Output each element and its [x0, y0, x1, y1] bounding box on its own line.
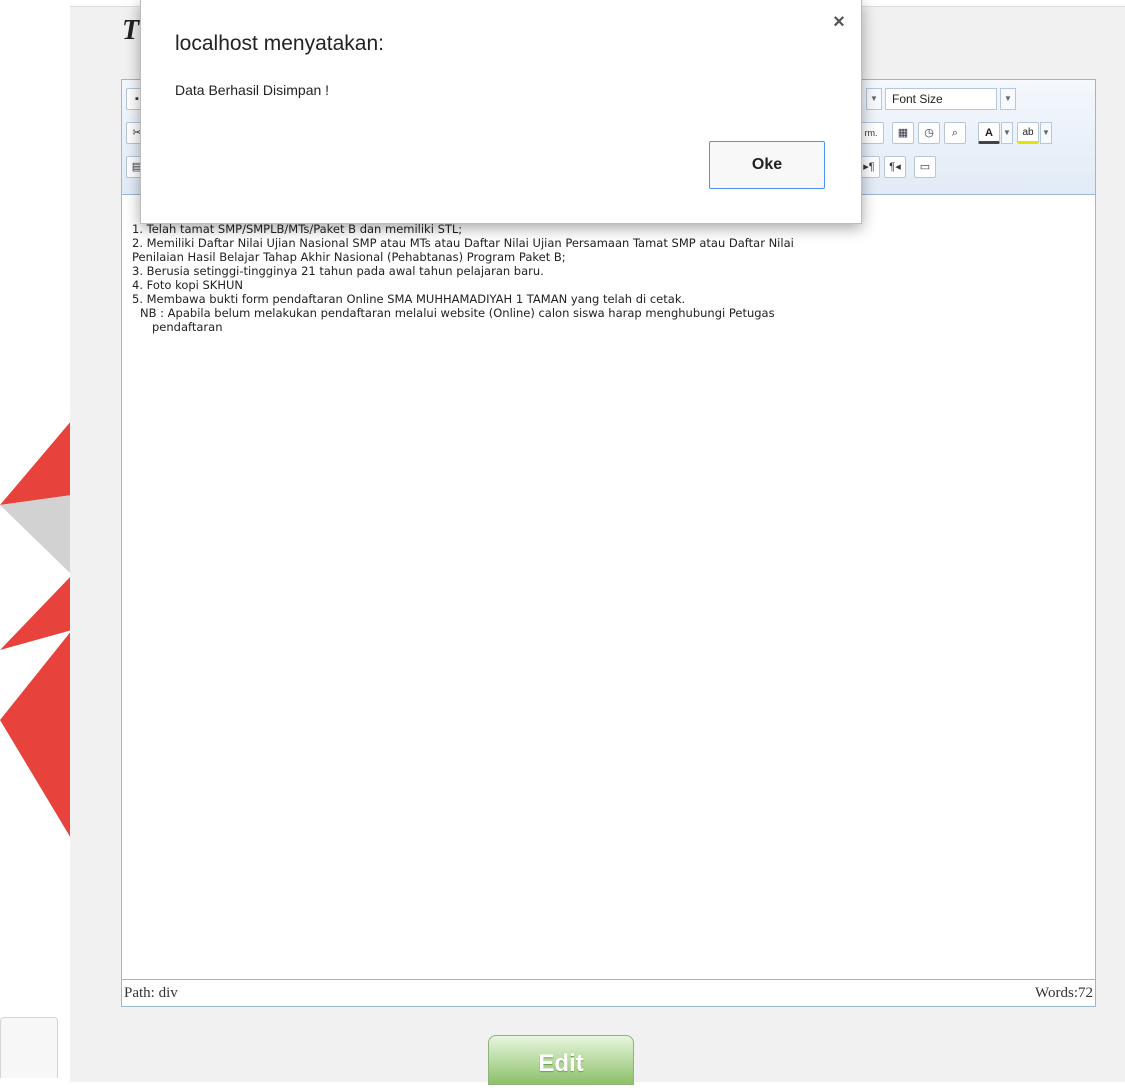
font-size-select[interactable]: Font Size: [885, 88, 997, 110]
insert-time-icon[interactable]: ◷: [918, 122, 940, 144]
close-icon[interactable]: ×: [830, 12, 848, 32]
content-line: 5. Membawa bukti form pendaftaran Online…: [132, 292, 686, 306]
text-color-dropdown-arrow[interactable]: ▼: [1001, 122, 1013, 144]
page-title: T: [122, 15, 140, 46]
status-path[interactable]: Path: div: [124, 985, 178, 1002]
content-line: 3. Berusia setinggi-tingginya 21 tahun p…: [132, 264, 544, 278]
ok-button[interactable]: Oke: [709, 141, 825, 189]
content-line: pendaftaran: [152, 320, 223, 334]
content-line: 4. Foto kopi SKHUN: [132, 278, 244, 292]
dialog-message: Data Berhasil Disimpan !: [175, 82, 330, 98]
preview-icon[interactable]: ⌕: [944, 122, 966, 144]
font-size-dropdown-arrow[interactable]: ▼: [1000, 88, 1016, 110]
highlight-dropdown-arrow[interactable]: ▼: [1040, 122, 1052, 144]
content-line: 1. Telah tamat SMP/SMPLB/MTs/Paket B dan…: [132, 222, 463, 236]
editor-content[interactable]: 1. Telah tamat SMP/SMPLB/MTs/Paket B dan…: [132, 222, 1085, 334]
source-icon[interactable]: ▭: [914, 156, 936, 178]
edit-button[interactable]: Edit: [488, 1035, 634, 1085]
dialog-title: localhost menyatakan:: [175, 32, 384, 55]
editor-statusbar: Path: div Words:72: [122, 979, 1095, 1006]
insert-date-icon[interactable]: ▦: [892, 122, 914, 144]
highlight-color-icon[interactable]: ab: [1017, 122, 1039, 144]
word-count: Words:72: [1035, 985, 1093, 1001]
side-tab: [0, 1017, 58, 1078]
alert-dialog: localhost menyatakan: × Data Berhasil Di…: [140, 0, 862, 224]
text-color-icon[interactable]: A: [978, 122, 1000, 144]
content-line: 2. Memiliki Daftar Nilai Ujian Nasional …: [132, 236, 794, 250]
rtl-icon[interactable]: ¶◂: [884, 156, 906, 178]
font-family-dropdown-arrow[interactable]: ▼: [866, 88, 882, 110]
content-line: Penilaian Hasil Belajar Tahap Akhir Nasi…: [132, 250, 566, 264]
content-line: NB : Apabila belum melakukan pendaftaran…: [140, 306, 775, 320]
logo-graphic: [0, 420, 72, 840]
